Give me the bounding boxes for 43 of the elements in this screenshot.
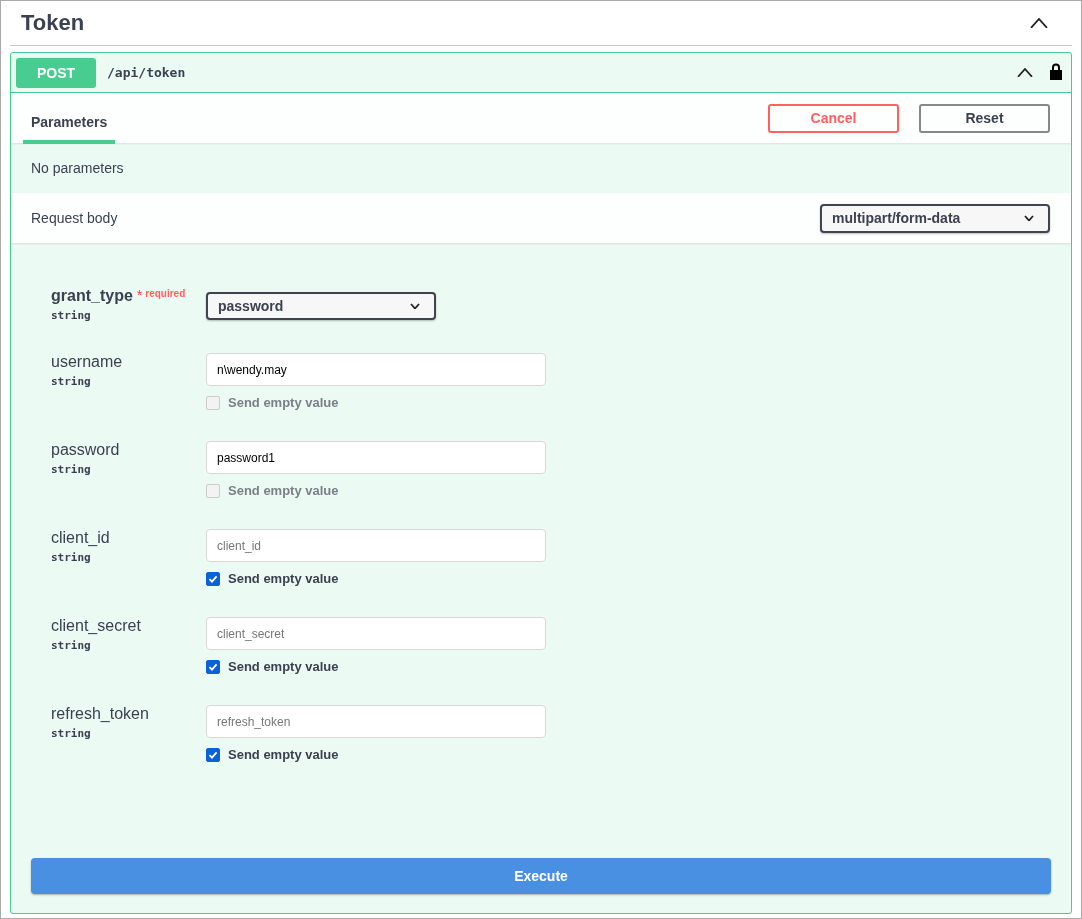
no-parameters-text: No parameters xyxy=(31,160,124,176)
text-input[interactable]: n\wendy.may xyxy=(206,353,546,386)
parameter-name: client_id xyxy=(51,529,110,547)
section-title: Token xyxy=(21,10,86,36)
dropdown-icon[interactable] xyxy=(1024,215,1034,221)
content-type-value: multipart/form-data xyxy=(832,210,961,226)
parameter-name: refresh_token xyxy=(51,705,149,723)
text-input[interactable]: refresh_token xyxy=(206,705,546,738)
reset-button[interactable]: Reset xyxy=(919,103,1050,133)
send-empty-value-label: Send empty value xyxy=(228,395,339,410)
parameter-type: string xyxy=(51,551,92,564)
checkbox[interactable] xyxy=(206,571,220,586)
parameter-type: string xyxy=(51,639,92,652)
send-empty-value-label: Send empty value xyxy=(228,483,339,498)
parameter-type: string xyxy=(51,309,92,322)
checkbox[interactable] xyxy=(206,747,220,762)
send-empty-value-label: Send empty value xyxy=(228,571,339,586)
required-label: required xyxy=(145,287,186,299)
send-empty-value-label: Send empty value xyxy=(228,747,339,762)
parameter-name: grant_type xyxy=(51,287,133,305)
collapse-icon[interactable] xyxy=(1017,67,1033,78)
select-value: password xyxy=(218,298,284,314)
text-input[interactable]: password1 xyxy=(206,441,546,474)
checkbox[interactable] xyxy=(206,659,220,674)
parameter-name: client_secret xyxy=(51,617,141,635)
lock-icon[interactable] xyxy=(1049,61,1063,80)
text-input[interactable]: client_id xyxy=(206,529,546,562)
dropdown-icon[interactable] xyxy=(410,303,420,309)
parameter-type: string xyxy=(51,463,92,476)
text-input[interactable]: client_secret xyxy=(206,617,546,650)
collapse-icon[interactable] xyxy=(1030,17,1048,29)
endpoint-path: /api/token xyxy=(107,65,186,80)
send-empty-value-label: Send empty value xyxy=(228,659,339,674)
parameter-name: username xyxy=(51,353,123,371)
parameter-name: password xyxy=(51,441,120,459)
required-asterisk: * xyxy=(136,287,143,303)
content-type-select[interactable]: multipart/form-data xyxy=(820,203,1050,233)
grant-type-select[interactable]: password xyxy=(206,292,436,320)
parameter-type: string xyxy=(51,727,92,740)
method-badge: POST xyxy=(16,57,96,88)
request-body-label: Request body xyxy=(31,210,118,226)
parameters-tab[interactable]: Parameters xyxy=(23,100,116,144)
parameter-type: string xyxy=(51,375,92,388)
